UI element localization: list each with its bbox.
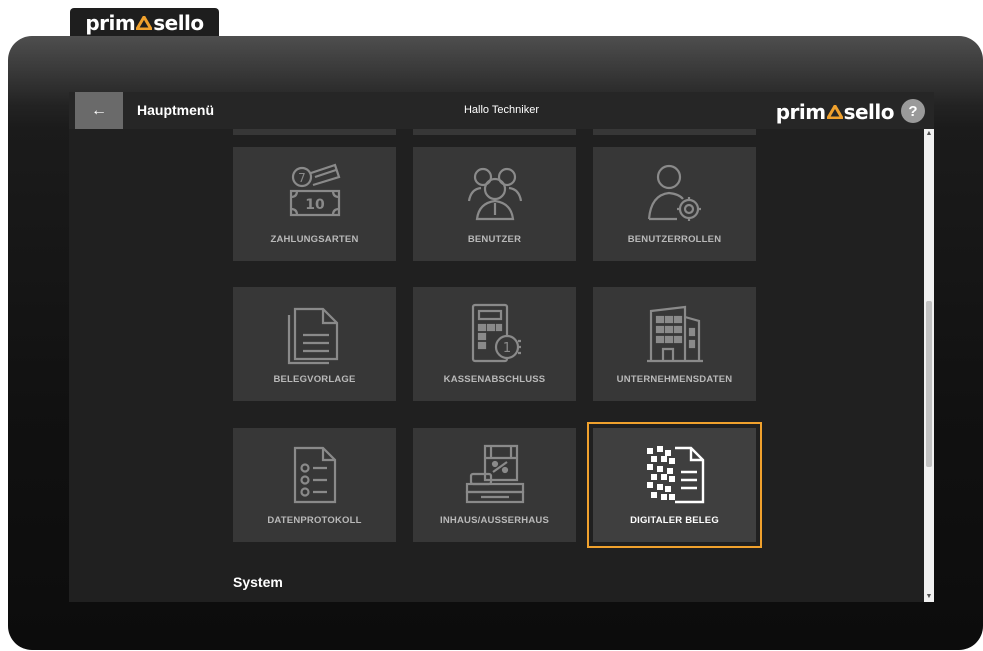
logo-a-mark-icon [134, 11, 154, 35]
scroll-up-icon[interactable]: ▲ [924, 129, 934, 139]
tile-label: BELEGVORLAGE [273, 374, 356, 385]
cash-closing-icon: 1 [460, 301, 530, 365]
logo-text-right: sello [153, 11, 204, 35]
header-logo: prim sello [775, 100, 895, 124]
tile-inhaus-ausserhaus[interactable]: INHAUS/AUSSERHAUS [413, 428, 576, 542]
brand-tab: prim sello [70, 8, 219, 38]
brand-logo: prim sello [85, 11, 204, 35]
help-icon: ? [908, 102, 918, 120]
section-title: System [233, 574, 283, 590]
coin-number: 1 [502, 341, 510, 356]
tile-label: UNTERNEHMENSDATEN [616, 374, 733, 385]
coin-number: 7 [298, 171, 306, 185]
tile-label: DIGITALER BELEG [630, 515, 719, 526]
tile-label: INHAUS/AUSSERHAUS [440, 515, 549, 526]
menu-grid: 7 10 ZAHLUNGSARTEN BENUTZER BENUTZERROLL… [69, 129, 924, 602]
tile-zahlungsarten[interactable]: 7 10 ZAHLUNGSARTEN [233, 147, 396, 261]
tile-label: KASSENABSCHLUSS [443, 374, 546, 385]
scrollbar-thumb[interactable] [926, 301, 932, 467]
page-title: Hauptmenü [137, 102, 214, 118]
tile-label: DATENPROTOKOLL [267, 515, 362, 526]
digital-receipt-icon [640, 442, 710, 506]
tile-label: BENUTZER [467, 234, 522, 245]
logo-text-left: prim [85, 11, 136, 35]
tile-partial[interactable] [593, 129, 756, 135]
tile-belegvorlage[interactable]: BELEGVORLAGE [233, 287, 396, 401]
tile-datenprotokoll[interactable]: DATENPROTOKOLL [233, 428, 396, 542]
tile-partial[interactable] [413, 129, 576, 135]
vertical-scrollbar[interactable]: ▲ ▼ [924, 129, 934, 602]
scroll-down-icon[interactable]: ▼ [924, 592, 934, 602]
data-log-icon [280, 442, 350, 506]
inhouse-outhouse-icon [460, 442, 530, 506]
tile-partial[interactable] [233, 129, 396, 135]
app-screen: ← Hallo Techniker Hauptmenü prim sello ? [69, 92, 934, 602]
payment-methods-icon: 7 10 [280, 161, 350, 225]
logo-text-left: prim [775, 100, 826, 124]
tile-kassenabschluss[interactable]: 1 KASSENABSCHLUSS [413, 287, 576, 401]
tile-label: ZAHLUNGSARTEN [270, 234, 359, 245]
tile-label: BENUTZERROLLEN [627, 234, 722, 245]
user-roles-icon [640, 161, 710, 225]
company-data-icon [640, 301, 710, 365]
tile-benutzerrollen[interactable]: BENUTZERROLLEN [593, 147, 756, 261]
bill-number: 10 [305, 197, 325, 213]
help-button[interactable]: ? [901, 99, 925, 123]
top-bar: ← Hallo Techniker Hauptmenü prim sello ? [69, 92, 934, 129]
logo-a-mark-icon [824, 100, 845, 124]
tile-benutzer[interactable]: BENUTZER [413, 147, 576, 261]
logo-text-right: sello [843, 100, 895, 124]
receipt-template-icon [280, 301, 350, 365]
tile-unternehmensdaten[interactable]: UNTERNEHMENSDATEN [593, 287, 756, 401]
tile-digitaler-beleg[interactable]: DIGITALER BELEG [587, 422, 762, 548]
users-icon [460, 161, 530, 225]
